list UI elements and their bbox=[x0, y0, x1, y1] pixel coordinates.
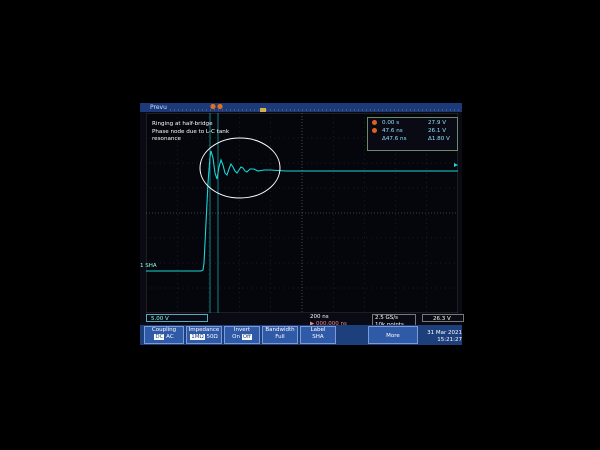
annotation-text: Ringing at half-bridge Phase node due to… bbox=[152, 121, 230, 143]
invert-button[interactable]: Invert On Off bbox=[224, 326, 260, 344]
cursor-b-readout: 47.6 ns 26.1 V bbox=[368, 127, 457, 135]
channel-1-ground-marker[interactable]: 1 SHA bbox=[140, 263, 157, 269]
bottom-status-bar: 5.00 V 200 ns ▶ 000.000 ns 2.5 GS/s 10k … bbox=[146, 313, 464, 330]
coupling-button[interactable]: Coupling DC AC bbox=[144, 326, 184, 344]
label-button[interactable]: Label SHA bbox=[300, 326, 336, 344]
channel-1-scale-readout[interactable]: 5.00 V bbox=[146, 314, 208, 322]
cursor-delta-readout: Δ47.6 ns Δ1.80 V bbox=[382, 136, 450, 142]
waveform-overview-ruler bbox=[170, 108, 460, 112]
cursor-b-icon bbox=[372, 128, 377, 133]
date-time-display: 31 Mar 2021 15:21:27 bbox=[427, 330, 462, 343]
channel-menu-bar: Coupling DC AC Impedance 1MΩ 50Ω Invert … bbox=[140, 325, 462, 345]
oscilloscope-screen: Prevu Ringing at half-bridge Phase node … bbox=[140, 103, 464, 345]
cursor-a-icon bbox=[372, 120, 377, 125]
more-button[interactable]: More bbox=[368, 326, 418, 344]
trigger-level-readout[interactable]: 26.3 V bbox=[422, 314, 464, 322]
bandwidth-button[interactable]: Bandwidth Full bbox=[262, 326, 298, 344]
cursor-a-readout: 0.00 s 27.9 V bbox=[368, 119, 457, 127]
impedance-button[interactable]: Impedance 1MΩ 50Ω bbox=[186, 326, 222, 344]
cursor-readout-panel: 0.00 s 27.9 V 47.6 ns 26.1 V Δ47.6 ns Δ1… bbox=[367, 117, 458, 151]
top-status-bar: Prevu bbox=[140, 103, 462, 112]
